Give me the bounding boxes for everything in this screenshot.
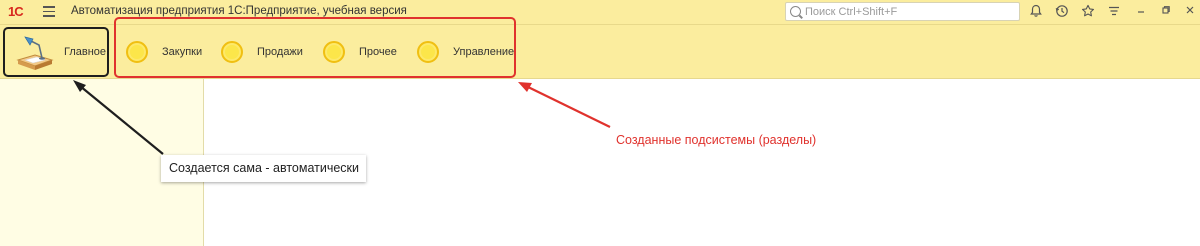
annotation-arrows <box>73 80 611 155</box>
auto-created-annotation: Создается сама - автоматически <box>161 155 366 182</box>
created-subsystems-annotation: Созданные подсистемы (разделы) <box>616 133 817 147</box>
red-arrow <box>525 85 611 128</box>
black-arrow <box>79 85 164 155</box>
